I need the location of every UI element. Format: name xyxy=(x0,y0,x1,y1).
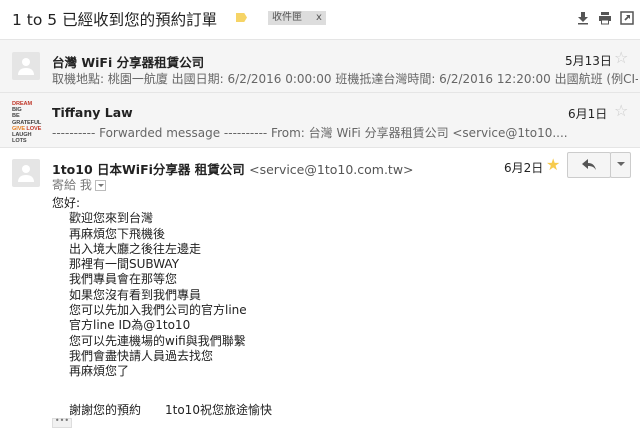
closing-line: 謝謝您的預約 1to10祝您旅途愉快 xyxy=(69,402,272,417)
reply-button[interactable] xyxy=(567,152,611,178)
chevron-down-icon xyxy=(617,162,625,166)
avatar xyxy=(12,159,40,187)
download-icon[interactable] xyxy=(576,11,590,25)
body-line: 歡迎您來到台灣 xyxy=(69,211,154,226)
message-collapsed-2[interactable]: DREAM BIG BE GRATEFUL GIVE LOVE LAUGH LO… xyxy=(0,92,640,147)
sender-name: Tiffany Law xyxy=(52,105,133,120)
message-date: 6月1日 xyxy=(568,107,608,121)
thread-subject: 1 to 5 已經收到您的預約訂單 xyxy=(12,11,218,29)
new-window-icon[interactable] xyxy=(620,11,634,25)
message-collapsed-1[interactable]: 台灣 WiFi 分享器租賃公司 5月13日 ☆ 取機地點: 桃園一航廈 出國日期… xyxy=(0,39,640,92)
body-line: 出入境大廳之後往左邊走 xyxy=(69,241,202,256)
sender-line: 1to10 日本WiFi分享器 租賃公司 <service@1to10.com.… xyxy=(52,159,414,178)
inbox-label-text: 收件匣 xyxy=(272,12,302,23)
body-line: 官方line ID為@1to10 xyxy=(69,318,191,333)
label-marker-icon[interactable] xyxy=(236,13,247,22)
body-line: 如果您沒有看到我們專員 xyxy=(69,287,202,302)
person-icon xyxy=(18,165,34,182)
message-date: 6月2日 xyxy=(504,161,544,175)
message-snippet: ---------- Forwarded message ---------- … xyxy=(52,126,568,140)
print-icon[interactable] xyxy=(598,11,612,25)
body-line: 那裡有一間SUBWAY xyxy=(69,257,180,272)
thread-header: 1 to 5 已經收到您的預約訂單 收件匣 x xyxy=(0,0,640,38)
sender-name: 1to10 日本WiFi分享器 租賃公司 xyxy=(52,162,245,177)
body-line: 再麻煩您下飛機後 xyxy=(69,226,166,241)
message-body: 您好: 歡迎您來到台灣 再麻煩您下飛機後 出入境大廳之後往左邊走 那裡有一間SU… xyxy=(52,196,272,418)
recipient-line: 寄給 我 xyxy=(52,176,106,193)
more-options-button[interactable] xyxy=(610,152,631,178)
message-date: 5月13日 xyxy=(565,54,612,68)
avatar: DREAM BIG BE GRATEFUL GIVE LOVE LAUGH LO… xyxy=(12,101,42,145)
avatar xyxy=(12,52,40,80)
body-line: 您可以先連機場的wifi與我們聯繫 xyxy=(69,333,246,348)
show-details-icon[interactable] xyxy=(94,180,106,191)
show-trimmed-content-button[interactable]: ••• xyxy=(52,417,72,428)
message-snippet: 取機地點: 桃園一航廈 出國日期: 6/2/2016 0:00:00 班機抵達台… xyxy=(52,72,638,86)
greeting: 您好: xyxy=(52,196,81,210)
thread-actions xyxy=(576,11,634,25)
star-icon[interactable]: ★ xyxy=(546,157,560,173)
body-line: 您可以先加入我們公司的官方line xyxy=(69,303,247,318)
remove-label-button[interactable]: x xyxy=(316,12,322,23)
star-icon[interactable]: ☆ xyxy=(614,103,628,119)
reply-icon xyxy=(582,159,596,170)
body-line: 我們專員會在那等您 xyxy=(69,272,178,287)
body-line: 再麻煩您了 xyxy=(69,364,130,379)
sender-email: <service@1to10.com.tw> xyxy=(249,162,414,177)
inbox-label-chip[interactable]: 收件匣 x xyxy=(268,11,326,25)
recipient-text: 寄給 我 xyxy=(52,178,92,192)
sender-name: 台灣 WiFi 分享器租賃公司 xyxy=(52,55,205,70)
star-icon[interactable]: ☆ xyxy=(614,50,628,66)
person-icon xyxy=(18,58,34,75)
body-line: 我們會盡快請人員過去找您 xyxy=(69,348,214,363)
